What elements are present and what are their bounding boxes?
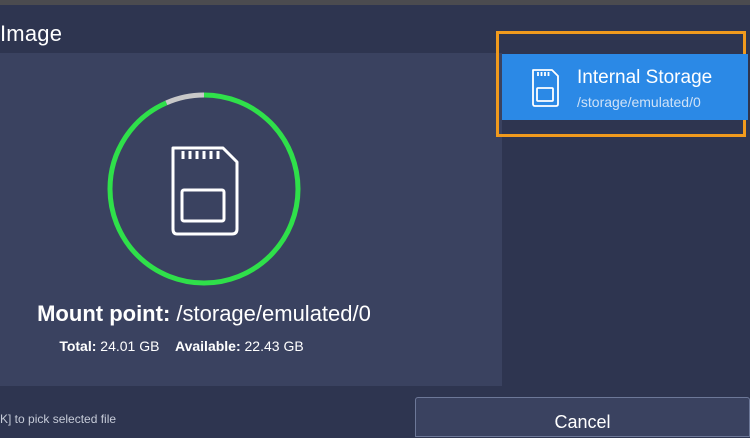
storage-item-path: /storage/emulated/0 [577, 94, 701, 110]
mount-point-line: Mount point: /storage/emulated/0 [0, 301, 408, 327]
footer-hint: K] to pick selected file [0, 412, 117, 426]
cancel-button[interactable]: Cancel [415, 397, 750, 437]
storage-usage-ring [107, 92, 301, 286]
storage-item-title: Internal Storage [577, 67, 713, 88]
total-value: 24.01 GB [100, 338, 160, 354]
cancel-button-label: Cancel [554, 412, 611, 432]
storage-stats-line: Total: 24.01 GB Available: 22.43 GB [0, 338, 363, 354]
available-value: 22.43 GB [244, 338, 304, 354]
available-label: Available: [175, 338, 241, 354]
mount-point-label: Mount point: [37, 301, 171, 326]
sd-card-icon [171, 146, 239, 236]
total-label: Total: [59, 338, 97, 354]
mount-point-path: /storage/emulated/0 [176, 301, 371, 326]
dialog-title: Image [0, 21, 63, 46]
storage-item-internal[interactable]: Internal Storage /storage/emulated/0 [502, 54, 748, 120]
sd-card-icon [532, 69, 559, 107]
